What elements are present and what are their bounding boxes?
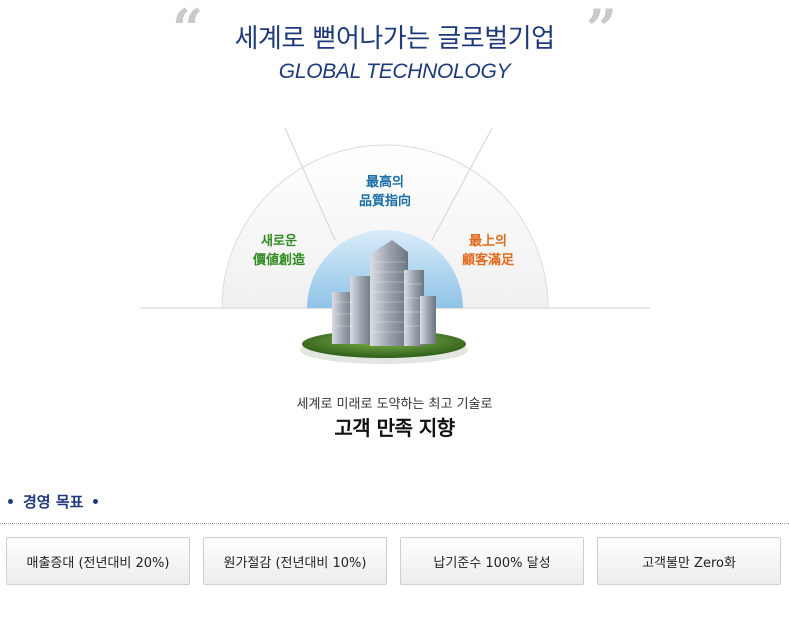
goals-title: 경영 목표 [23, 493, 84, 511]
value-customer-satisfaction-line2: 顧客滿足 [461, 253, 514, 268]
value-best-quality-line2: 品質指向 [358, 194, 411, 209]
value-new-creation-line2: 價値創造 [252, 253, 305, 268]
slogan: 고객 만족 지향 [334, 416, 455, 440]
value-customer-satisfaction-line1: 最上의 [469, 234, 507, 249]
values-diagram [140, 127, 650, 364]
value-new-creation: 새로운 價値創造 [244, 232, 314, 270]
goals-heading: 경영 목표 [8, 491, 99, 512]
dotted-divider [0, 523, 789, 524]
page-subheadline: GLOBAL TECHNOLOGY [278, 60, 511, 83]
page-headline: 세계로 뻗어나가는 글로벌기업 [234, 24, 556, 54]
value-best-quality-line1: 最高의 [366, 175, 404, 190]
value-best-quality: 最高의 品質指向 [350, 173, 420, 211]
bullet-icon [93, 499, 99, 504]
tagline: 세계로 미래로 도약하는 최고 기술로 [296, 397, 493, 412]
goal-zero-complaints: 고객불만 Zero화 [597, 537, 781, 585]
goal-cost-reduction: 원가절감 (전년대비 10%) [203, 537, 387, 585]
value-customer-satisfaction: 最上의 顧客滿足 [453, 232, 523, 270]
goal-on-time-delivery: 납기준수 100% 달성 [400, 537, 584, 585]
value-new-creation-line1: 새로운 [261, 234, 297, 249]
goal-sales-increase: 매출증대 (전년대비 20%) [6, 537, 190, 585]
bullet-icon [8, 499, 13, 504]
